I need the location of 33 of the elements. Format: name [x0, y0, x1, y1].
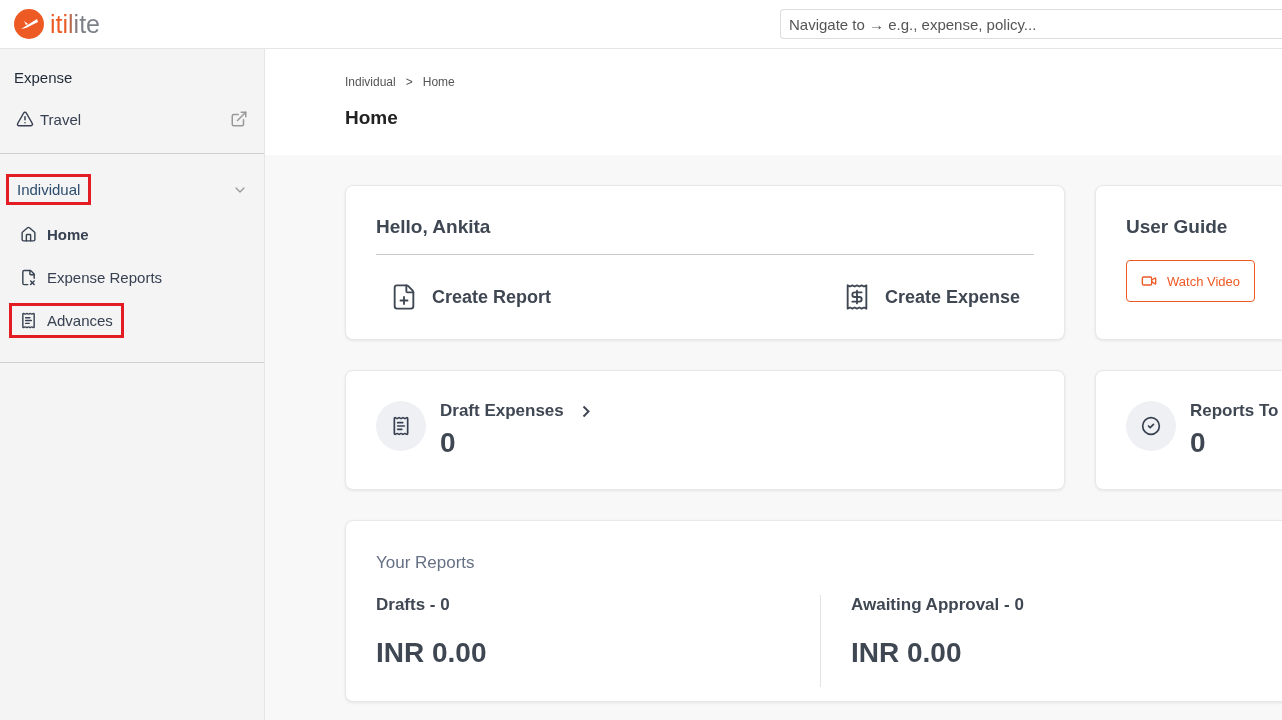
section-title: Expense [13, 68, 74, 86]
travel-link[interactable]: Travel [0, 110, 264, 128]
breadcrumb-item: > [405, 75, 413, 89]
logo-icon [14, 9, 44, 39]
stat-value: 0 [440, 427, 457, 459]
group-label[interactable]: Individual [6, 174, 92, 205]
watch-video-button[interactable]: Watch Video [1126, 260, 1255, 302]
stat-link[interactable]: Reports To [1190, 401, 1279, 421]
reports-title: Your Reports [376, 553, 476, 573]
video-icon [1141, 273, 1157, 289]
home-icon [20, 226, 37, 243]
guide-title: User Guide [1126, 216, 1229, 238]
search-field[interactable]: Navigate to → e.g., expense, policy... [780, 9, 1282, 39]
stat-value: 0 [1190, 427, 1207, 459]
report-amount: INR 0.00 [376, 637, 488, 669]
report-status: Drafts - 0 [376, 595, 451, 615]
action-link[interactable]: Create Expense [842, 283, 1020, 311]
external-link-icon [230, 110, 248, 128]
page-title: Home [345, 107, 399, 129]
nav-item[interactable]: Home [9, 217, 100, 252]
travel-label: Travel [40, 110, 82, 128]
report-status: Awaiting Approval - 0 [851, 595, 1025, 615]
warning-icon [16, 110, 34, 128]
stat-link[interactable]: Draft Expenses [440, 401, 564, 421]
nav-item[interactable]: Expense Reports [9, 260, 174, 295]
breadcrumb-item[interactable]: Individual [345, 75, 396, 89]
breadcrumb-item[interactable]: Home [422, 75, 455, 89]
chevron-right-icon[interactable] [581, 404, 590, 418]
check-circle-icon [1141, 416, 1161, 436]
greeting: Hello, Ankita [376, 216, 492, 238]
nav-item[interactable]: Advances [9, 303, 124, 338]
action-link[interactable]: Create Report [390, 283, 552, 311]
report-amount: INR 0.00 [851, 637, 963, 669]
